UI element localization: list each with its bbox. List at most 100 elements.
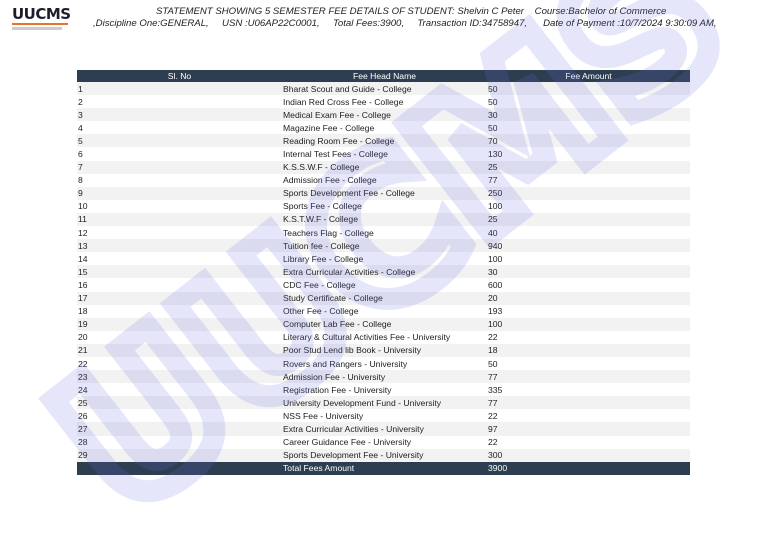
total-row: Total Fees Amount 3900 xyxy=(77,461,690,475)
fee-head-cell: K.S.S.W.F - College xyxy=(282,160,487,174)
fee-head-cell: K.S.T.W.F - College xyxy=(282,212,487,227)
fee-amount-cell: 70 xyxy=(487,134,690,148)
fee-amount-cell: 250 xyxy=(487,186,690,200)
fee-head-cell: Admission Fee - College xyxy=(283,175,377,186)
fee-head-cell: Career Guidance Fee - University xyxy=(283,437,411,448)
sl-no-cell: 5 xyxy=(77,134,282,148)
table-row: 21 Poor Stud Lend lib Book - University 18 xyxy=(77,343,690,357)
table-row: 1 Bharat Scout and Guide - College 50 xyxy=(77,82,690,96)
table-row: 10 Sports Fee - College 100 xyxy=(77,200,690,213)
col-fee-amount: Fee Amount xyxy=(487,70,690,82)
fee-amount-cell: 40 xyxy=(488,227,498,238)
table-row: 13 Tuition fee - College 940 xyxy=(77,239,690,253)
table-row: 14 Library Fee - College 100 xyxy=(77,252,690,265)
fee-amount-cell: 97 xyxy=(487,422,690,436)
fee-amount-cell: 50 xyxy=(488,358,498,369)
fee-amount-cell: 18 xyxy=(487,343,690,357)
table-row: 28 Career Guidance Fee - University 22 xyxy=(77,436,690,449)
sl-no-cell: 18 xyxy=(78,306,88,317)
sl-no-cell: 7 xyxy=(77,160,282,174)
fee-head-cell: Registration Fee - University xyxy=(283,384,392,395)
statement-details: ,Discipline One:GENERAL, USN :U06AP22C00… xyxy=(93,18,717,29)
fee-head-cell: Internal Test Fees - College xyxy=(283,149,388,160)
fee-head-cell: Study Certificate - College xyxy=(282,291,487,305)
fee-head-cell: Reading Room Fee - College xyxy=(282,134,487,148)
sl-no-cell: 17 xyxy=(77,291,282,305)
fee-head-cell: Rovers and Rangers - University xyxy=(283,358,408,369)
fee-amount-cell: 100 xyxy=(488,253,503,264)
fee-amount-cell: 940 xyxy=(487,239,690,253)
fee-head-cell: Sports Development Fee - College xyxy=(282,186,487,200)
sl-no-cell: 16 xyxy=(78,279,88,290)
sl-no-cell: 24 xyxy=(78,384,88,395)
fee-head-cell: Sports Development Fee - University xyxy=(282,448,487,462)
table-row: 17 Study Certificate - College 20 xyxy=(77,291,690,305)
sl-no-cell: 28 xyxy=(78,437,88,448)
sl-no-cell: 11 xyxy=(77,212,282,227)
fee-amount-cell: 100 xyxy=(487,317,690,331)
sl-no-cell: 3 xyxy=(77,108,282,122)
table-row: 22 Rovers and Rangers - University 50 xyxy=(77,357,690,370)
logo-accent-bar xyxy=(12,23,68,25)
logo-tagline xyxy=(12,27,62,30)
sl-no-cell: 8 xyxy=(78,175,83,186)
fee-amount-cell: 22 xyxy=(488,437,498,448)
sl-no-cell: 6 xyxy=(78,149,83,160)
table-row: 7 K.S.S.W.F - College 25 xyxy=(77,160,690,174)
fee-amount-cell: 77 xyxy=(487,370,690,384)
total-value: 3900 xyxy=(487,461,690,475)
fee-amount-cell: 50 xyxy=(487,82,690,96)
sl-no-cell: 15 xyxy=(77,265,282,279)
fee-amount-cell: 300 xyxy=(487,448,690,462)
fee-head-cell: Computer Lab Fee - College xyxy=(282,317,487,331)
sl-no-cell: 9 xyxy=(77,186,282,200)
fee-amount-cell: 77 xyxy=(487,396,690,410)
table-row: 16 CDC Fee - College 600 xyxy=(77,278,690,291)
table-row: 18 Other Fee - College 193 xyxy=(77,305,690,318)
sl-no-cell: 26 xyxy=(78,410,88,421)
table-row: 6 Internal Test Fees - College 130 xyxy=(77,147,690,160)
fee-head-cell: Poor Stud Lend lib Book - University xyxy=(282,343,487,357)
fee-amount-cell: 20 xyxy=(487,291,690,305)
table-header-row: Sl. No Fee Head Name Fee Amount xyxy=(77,70,690,82)
table-row: 23 Admission Fee - University 77 xyxy=(77,370,690,384)
fee-head-cell: Extra Curricular Activities - University xyxy=(282,422,487,436)
table-row: 20 Literary & Cultural Activities Fee - U… xyxy=(77,331,690,344)
fee-head-cell: Teachers Flag - College xyxy=(283,227,374,238)
fee-head-cell: Bharat Scout and Guide - College xyxy=(282,82,487,96)
sl-no-cell: 29 xyxy=(77,448,282,462)
fee-head-cell: Extra Curricular Activities - College xyxy=(282,265,487,279)
col-fee-head-name: Fee Head Name xyxy=(282,70,487,82)
table-row: 11 K.S.T.W.F - College 25 xyxy=(77,212,690,227)
fee-head-cell: Literary & Cultural Activities Fee - Uni… xyxy=(283,332,451,343)
fee-head-cell: NSS Fee - University xyxy=(283,410,364,421)
fee-amount-cell: 335 xyxy=(488,384,503,395)
table-row: 4 Magazine Fee - College 50 xyxy=(77,121,690,134)
sl-no-cell: 12 xyxy=(78,227,88,238)
sl-no-cell: 13 xyxy=(77,239,282,253)
sl-no-cell: 20 xyxy=(78,332,88,343)
fee-head-cell: Sports Fee - College xyxy=(283,201,362,212)
fee-head-cell: CDC Fee - College xyxy=(283,279,356,290)
table-row: 3 Medical Exam Fee - College 30 xyxy=(77,108,690,122)
fee-head-cell: Tuition fee - College xyxy=(282,239,487,253)
table-row: 8 Admission Fee - College 77 xyxy=(77,174,690,187)
table-row: 9 Sports Development Fee - College 250 xyxy=(77,186,690,200)
fee-head-cell: Indian Red Cross Fee - College xyxy=(283,96,404,107)
total-blank-cell xyxy=(77,461,282,475)
table-row: 12 Teachers Flag - College 40 xyxy=(77,226,690,239)
fee-amount-cell: 193 xyxy=(488,306,503,317)
table-row: 19 Computer Lab Fee - College 100 xyxy=(77,317,690,331)
fee-head-cell: Other Fee - College xyxy=(283,306,359,317)
fee-amount-cell: 130 xyxy=(488,149,503,160)
fee-amount-cell: 77 xyxy=(488,175,498,186)
sl-no-cell: 2 xyxy=(78,96,83,107)
sl-no-cell: 4 xyxy=(78,122,83,133)
fee-amount-cell: 50 xyxy=(488,122,498,133)
statement-title: STATEMENT SHOWING 5 SEMESTER FEE DETAILS… xyxy=(156,6,667,17)
table-row: 25 University Development Fund - Universi… xyxy=(77,396,690,410)
logo-text: UUCMS xyxy=(12,5,71,23)
table-row: 2 Indian Red Cross Fee - College 50 xyxy=(77,95,690,108)
fee-amount-cell: 100 xyxy=(488,201,503,212)
table-row: 26 NSS Fee - University 22 xyxy=(77,409,690,422)
